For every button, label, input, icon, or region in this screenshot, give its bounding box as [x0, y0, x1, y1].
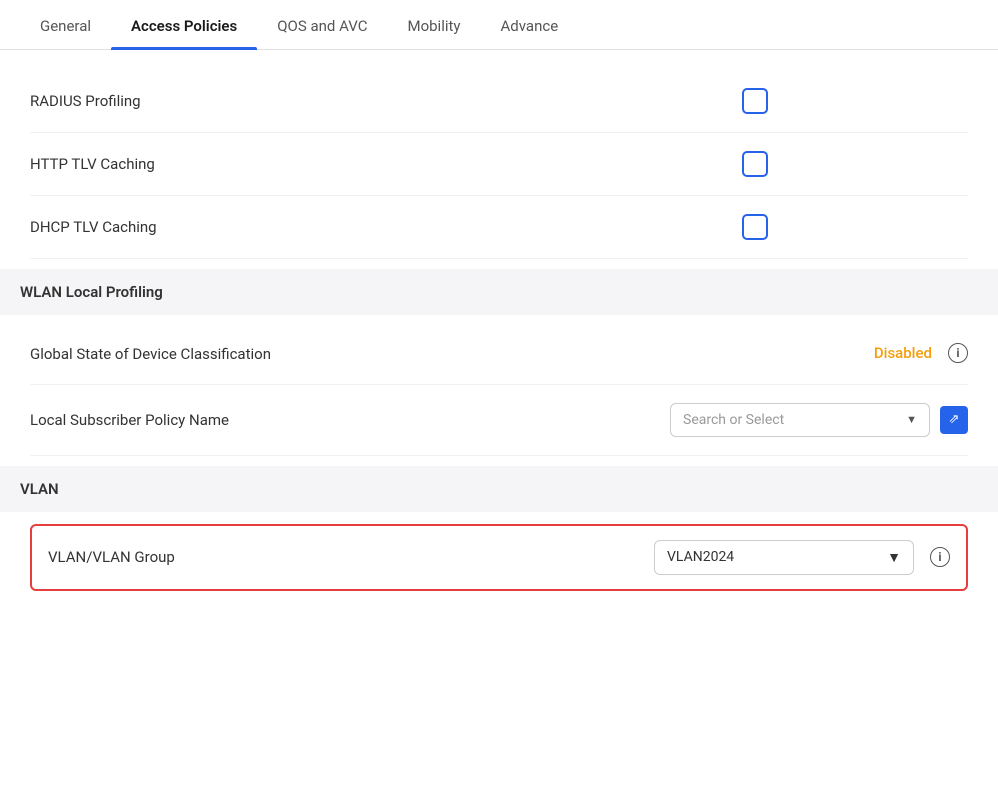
http-tlv-caching-label: HTTP TLV Caching: [30, 155, 155, 173]
dhcp-tlv-caching-label: DHCP TLV Caching: [30, 218, 157, 236]
http-tlv-caching-checkbox[interactable]: [742, 151, 768, 177]
local-subscriber-controls: Search or Select ▼ ⇗: [670, 403, 968, 437]
tab-general[interactable]: General: [20, 3, 111, 49]
global-state-value-group: Disabled i: [874, 343, 968, 363]
vlan-group-controls: VLAN2024 ▼ i: [654, 540, 950, 575]
tab-access-policies[interactable]: Access Policies: [111, 3, 257, 49]
tab-bar: General Access Policies QOS and AVC Mobi…: [0, 0, 998, 50]
global-state-info-icon[interactable]: i: [948, 343, 968, 363]
dhcp-tlv-caching-row: DHCP TLV Caching: [30, 196, 968, 259]
vlan-group-value: VLAN2024: [667, 549, 734, 565]
vlan-group-select[interactable]: VLAN2024 ▼: [654, 540, 914, 575]
http-tlv-caching-row: HTTP TLV Caching: [30, 133, 968, 196]
global-state-value: Disabled: [874, 344, 932, 362]
tab-qos-avc[interactable]: QOS and AVC: [257, 3, 387, 49]
local-subscriber-label: Local Subscriber Policy Name: [30, 411, 229, 429]
vlan-group-row: VLAN/VLAN Group VLAN2024 ▼ i: [30, 524, 968, 591]
local-subscriber-select[interactable]: Search or Select ▼: [670, 403, 930, 437]
local-subscriber-external-link-icon[interactable]: ⇗: [940, 406, 968, 434]
vlan-group-arrow-icon: ▼: [887, 549, 901, 566]
local-subscriber-row: Local Subscriber Policy Name Search or S…: [30, 385, 968, 456]
main-content: RADIUS Profiling HTTP TLV Caching DHCP T…: [0, 50, 998, 611]
local-subscriber-arrow-icon: ▼: [906, 413, 917, 426]
vlan-group-label: VLAN/VLAN Group: [48, 548, 175, 566]
dhcp-tlv-caching-checkbox[interactable]: [742, 214, 768, 240]
local-subscriber-placeholder: Search or Select: [683, 412, 784, 428]
vlan-group-info-icon[interactable]: i: [930, 547, 950, 567]
radius-profiling-row: RADIUS Profiling: [30, 70, 968, 133]
global-state-label: Global State of Device Classification: [30, 343, 271, 366]
global-state-row: Global State of Device Classification Di…: [30, 325, 968, 385]
tab-advance[interactable]: Advance: [481, 3, 579, 49]
radius-profiling-label: RADIUS Profiling: [30, 92, 141, 110]
radius-profiling-checkbox[interactable]: [742, 88, 768, 114]
vlan-section-header: VLAN: [0, 466, 998, 512]
tab-mobility[interactable]: Mobility: [387, 3, 480, 49]
wlan-section-header: WLAN Local Profiling: [0, 269, 998, 315]
